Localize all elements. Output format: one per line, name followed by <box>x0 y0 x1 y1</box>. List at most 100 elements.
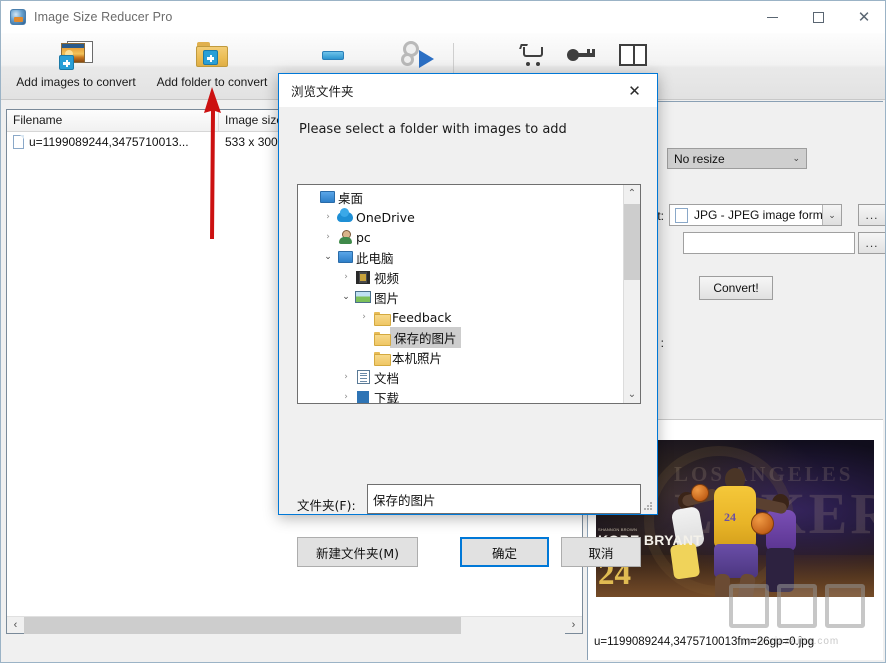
output-format-select[interactable]: JPG - JPEG image form ⌄ <box>669 204 842 226</box>
destination-input[interactable] <box>683 232 855 254</box>
browse-folder-dialog: 浏览文件夹 ✕ Please select a folder with imag… <box>278 73 658 515</box>
desktop-icon <box>318 191 336 203</box>
jersey-number: 24 <box>724 510 736 525</box>
dialog-prompt-text: Please select a folder with images to ad… <box>299 122 567 137</box>
tree-item-label: 文档 <box>372 368 399 387</box>
title-bar: Image Size Reducer Pro ✕ <box>1 1 886 33</box>
basketball-icon <box>751 512 774 535</box>
this-pc-icon <box>336 251 354 263</box>
new-folder-button[interactable]: 新建文件夹(M) <box>297 537 418 567</box>
tree-item-label: 保存的图片 <box>390 327 461 348</box>
onedrive-cloud-icon <box>336 212 354 222</box>
column-header-filename[interactable]: Filename <box>7 110 219 131</box>
tree-item[interactable]: ⌄ 图片 <box>298 287 623 307</box>
resize-grip-icon[interactable] <box>643 501 653 511</box>
add-folder-label: Add folder to convert <box>157 75 268 89</box>
scroll-left-arrow-icon[interactable]: ‹ <box>7 617 24 634</box>
browse-format-button[interactable]: ... <box>858 204 886 226</box>
tree-item-label: pc <box>354 230 371 245</box>
scroll-down-arrow-icon[interactable]: ⌄ <box>624 386 640 403</box>
tree-vertical-scrollbar[interactable]: ⌃ ⌄ <box>623 185 640 403</box>
window-title: Image Size Reducer Pro <box>34 10 172 24</box>
file-list-horizontal-scrollbar[interactable]: ‹ › <box>7 616 582 633</box>
chevron-down-icon[interactable]: ⌄ <box>320 252 336 262</box>
close-button[interactable]: ✕ <box>841 1 886 33</box>
tree-item[interactable]: › 下载 <box>298 387 623 404</box>
chevron-down-icon[interactable]: ⌄ <box>338 292 354 302</box>
tree-item[interactable]: ⌄ 此电脑 <box>298 247 623 267</box>
add-images-icon <box>59 37 93 73</box>
remove-item-icon <box>322 37 344 73</box>
folder-field-label: 文件夹(F): <box>297 495 356 514</box>
app-logo-icon <box>10 9 26 25</box>
chevron-right-icon[interactable]: › <box>338 372 354 382</box>
tree-item[interactable]: 本机照片 <box>298 347 623 367</box>
convert-gears-play-icon <box>401 37 435 73</box>
folder-icon <box>372 311 390 324</box>
pictures-folder-icon <box>354 291 372 303</box>
chevron-down-icon[interactable]: ⌄ <box>822 205 841 225</box>
maximize-button[interactable] <box>795 1 841 33</box>
shopping-cart-icon <box>520 37 546 73</box>
tree-item-label: 桌面 <box>336 188 363 207</box>
chevron-right-icon[interactable]: › <box>320 232 336 242</box>
cancel-button[interactable]: 取消 <box>561 537 641 567</box>
file-icon <box>13 135 24 149</box>
preview-filename-caption: u=1199089244,3475710013fm=26gp=0.jpg <box>594 636 814 648</box>
folder-icon <box>372 351 390 364</box>
browse-destination-button[interactable]: ... <box>858 232 886 254</box>
scroll-thumb[interactable] <box>624 204 641 280</box>
file-format-icon <box>675 208 688 223</box>
tree-item[interactable]: › OneDrive <box>298 207 623 227</box>
tree-item-label: 下载 <box>372 388 399 405</box>
tree-item-label: 图片 <box>372 288 399 307</box>
filename-text: u=1199089244,3475710013... <box>29 135 189 149</box>
cell-filename: u=1199089244,3475710013... <box>7 135 219 149</box>
videos-folder-icon <box>354 271 372 284</box>
convert-button[interactable]: Convert! <box>699 276 773 300</box>
basketball-icon <box>691 484 709 502</box>
chevron-right-icon[interactable]: › <box>356 312 372 322</box>
tree-item[interactable]: 保存的图片 <box>298 327 623 347</box>
dialog-title: 浏览文件夹 <box>291 81 354 100</box>
chevron-down-icon: ⌄ <box>792 153 800 164</box>
add-images-label: Add images to convert <box>16 75 135 89</box>
license-key-icon <box>567 37 595 73</box>
tree-item-label: 此电脑 <box>354 248 394 267</box>
scroll-thumb[interactable] <box>24 617 461 634</box>
resize-mode-value: No resize <box>674 152 725 166</box>
tree-item[interactable]: › Feedback <box>298 307 623 327</box>
application-window: Image Size Reducer Pro ✕ Add images to c… <box>0 0 886 663</box>
tree-item[interactable]: › pc <box>298 227 623 247</box>
minimize-button[interactable] <box>749 1 795 33</box>
chevron-right-icon[interactable]: › <box>338 392 354 402</box>
documents-folder-icon <box>354 370 372 384</box>
output-format-value: JPG - JPEG image form <box>688 208 822 222</box>
add-images-to-convert-button[interactable]: Add images to convert <box>9 37 143 97</box>
tree-item[interactable]: 桌面 <box>298 187 623 207</box>
tree-item-label: OneDrive <box>354 210 415 225</box>
chevron-right-icon[interactable]: › <box>338 272 354 282</box>
tree-item-label: 本机照片 <box>390 348 442 367</box>
scroll-track[interactable] <box>24 617 565 634</box>
add-folder-icon <box>195 37 229 73</box>
window-controls: ✕ <box>749 1 886 33</box>
folder-icon <box>372 331 390 344</box>
tree-item[interactable]: › 文档 <box>298 367 623 387</box>
dialog-close-button[interactable]: ✕ <box>612 74 657 107</box>
user-account-icon <box>336 230 354 244</box>
dialog-title-bar: 浏览文件夹 ✕ <box>279 74 657 107</box>
resize-mode-select[interactable]: No resize ⌄ <box>667 148 807 169</box>
chevron-right-icon[interactable]: › <box>320 212 336 222</box>
scroll-right-arrow-icon[interactable]: › <box>565 617 582 634</box>
help-book-icon <box>619 37 647 73</box>
ok-button[interactable]: 确定 <box>460 537 549 567</box>
tree-item[interactable]: › 视频 <box>298 267 623 287</box>
tree-item-label: Feedback <box>390 310 452 325</box>
scroll-up-arrow-icon[interactable]: ⌃ <box>624 185 640 202</box>
folder-name-input[interactable]: 保存的图片 <box>367 484 641 514</box>
downloads-folder-icon <box>354 391 372 403</box>
add-folder-to-convert-button[interactable]: Add folder to convert <box>147 37 277 97</box>
tree-item-label: 视频 <box>372 268 399 287</box>
folder-tree[interactable]: 桌面›OneDrive›pc⌄此电脑›视频⌄图片›Feedback保存的图片本机… <box>297 184 641 404</box>
